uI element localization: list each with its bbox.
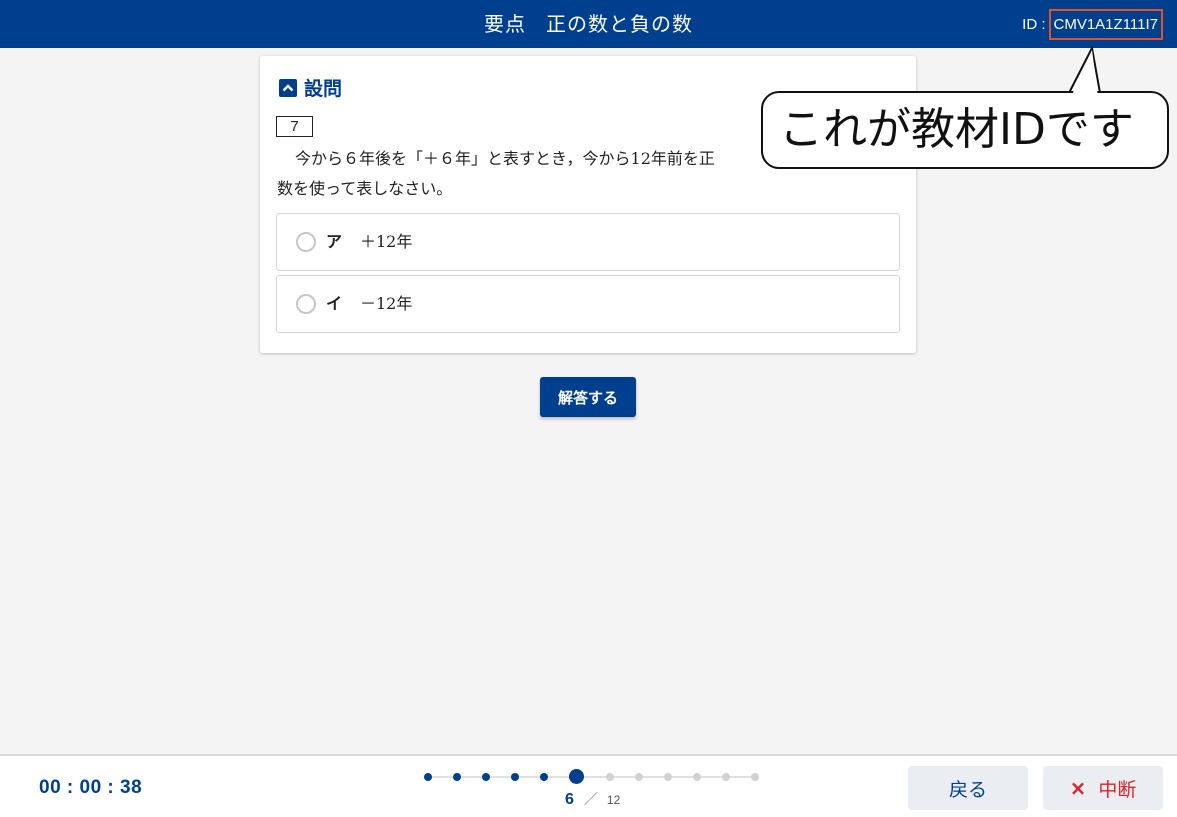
section-label: 設問 — [304, 78, 343, 100]
annotation-callout: これが教材IDです — [761, 91, 1169, 169]
progress-dot — [751, 773, 759, 781]
progress-dot — [722, 773, 730, 781]
progress-dot[interactable] — [453, 773, 461, 781]
radio-button[interactable] — [296, 294, 316, 314]
quit-button[interactable]: × 中断 — [1043, 766, 1163, 810]
progress-dot[interactable] — [424, 773, 432, 781]
progress-dot — [693, 773, 701, 781]
material-id-value: CMV1A1Z111I7 — [1048, 9, 1163, 40]
back-button[interactable]: 戻る — [908, 766, 1028, 810]
chevron-up-icon[interactable] — [279, 78, 297, 97]
option-letter: イ — [326, 294, 343, 313]
header-bar: 要点 正の数と負の数 ID : CMV1A1Z111I7 — [0, 0, 1177, 48]
footer-bar: 00 : 00 : 38 6 ／ 12 戻る × 中断 — [0, 754, 1177, 817]
page-total: 12 — [606, 793, 621, 807]
page-indicator: 6 ／ 12 — [565, 789, 620, 809]
option-letter: ア — [326, 232, 343, 251]
callout-tail — [1068, 45, 1101, 94]
question-text-line: 数を使って表しなさい。 — [277, 179, 453, 198]
page-current: 6 — [565, 791, 574, 808]
material-id: ID : CMV1A1Z111I7 — [1022, 9, 1163, 40]
option-a[interactable]: ア ＋12年 — [276, 213, 900, 271]
title-topic: 正の数と負の数 — [546, 12, 693, 36]
material-id-label: ID : — [1022, 16, 1046, 33]
question-text-line: 今から６年後を「＋６年」と表すとき，今から12年前を正 — [295, 149, 715, 168]
section-header[interactable]: 設問 — [279, 74, 342, 101]
elapsed-timer: 00 : 00 : 38 — [39, 777, 143, 798]
radio-button[interactable] — [296, 232, 316, 252]
close-icon: × — [1069, 776, 1087, 800]
progress-dot[interactable] — [511, 773, 519, 781]
question-number: 7 — [276, 116, 313, 137]
quit-label: 中断 — [1098, 778, 1137, 801]
page-separator: ／ — [583, 791, 598, 807]
option-text: －12年 — [360, 294, 413, 313]
answer-button[interactable]: 解答する — [540, 377, 636, 417]
title-category: 要点 — [484, 12, 526, 36]
option-text: ＋12年 — [360, 232, 413, 251]
progress-track — [428, 776, 754, 778]
progress-dot — [635, 773, 643, 781]
progress-dot[interactable] — [540, 773, 548, 781]
progress-dot[interactable] — [482, 773, 490, 781]
page-title: 要点 正の数と負の数 — [0, 0, 1177, 48]
progress-dot — [664, 773, 672, 781]
question-text: 今から６年後を「＋６年」と表すとき，今から12年前を正 数を使って表しなさい。 — [277, 144, 777, 204]
progress-dot-current[interactable] — [569, 769, 584, 784]
progress-dot — [606, 773, 614, 781]
option-b[interactable]: イ －12年 — [276, 275, 900, 333]
